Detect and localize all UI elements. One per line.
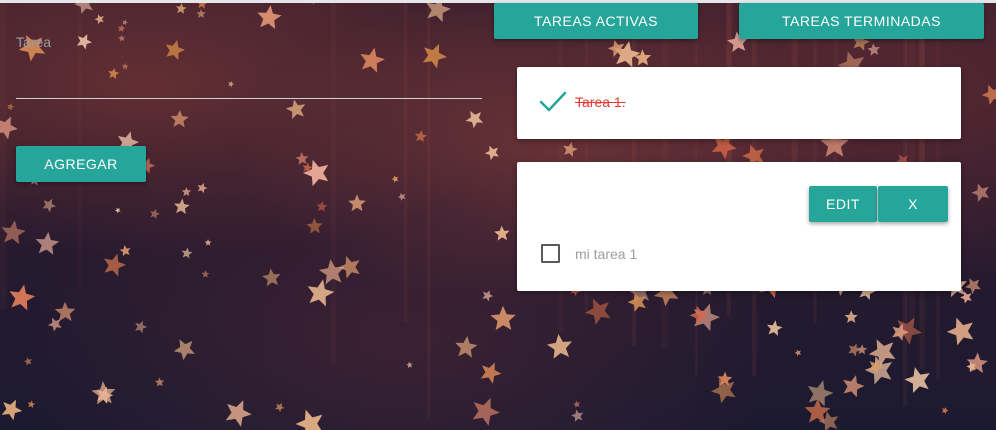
finished-task-card: Tarea 1. (517, 67, 961, 139)
edit-button[interactable]: EDIT (809, 186, 877, 222)
delete-button[interactable]: X (878, 186, 948, 222)
task-checkbox[interactable] (541, 244, 560, 263)
add-button[interactable]: AGREGAR (16, 146, 146, 182)
active-task-card: EDIT X mi tarea 1 (517, 162, 961, 291)
task-input[interactable] (16, 56, 482, 99)
check-icon (539, 91, 567, 112)
finished-task-text: Tarea 1. (575, 94, 626, 110)
tab-active-tasks[interactable]: TAREAS ACTIVAS (494, 3, 698, 39)
tab-finished-tasks[interactable]: TAREAS TERMINADAS (739, 3, 984, 39)
task-input-label: Tarea (16, 34, 52, 50)
active-task-text: mi tarea 1 (575, 246, 638, 262)
